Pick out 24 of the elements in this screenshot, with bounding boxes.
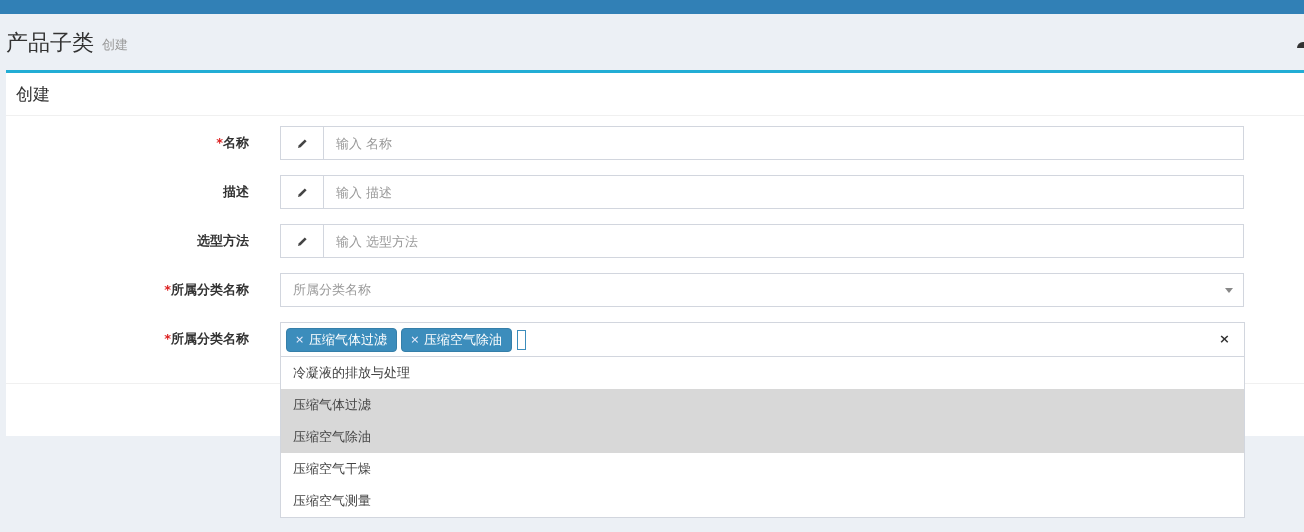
card-title: 创建 bbox=[16, 82, 50, 106]
clear-button[interactable]: × bbox=[1219, 331, 1230, 346]
pencil-icon bbox=[296, 137, 308, 149]
selected-tag[interactable]: × 压缩气体过滤 bbox=[286, 327, 398, 352]
pencil-icon bbox=[296, 186, 308, 198]
dropdown-option[interactable]: 压缩空气除油 bbox=[281, 421, 1244, 453]
field-label: 选型方法 bbox=[196, 232, 249, 250]
dropdown-option[interactable]: 压缩空气测量 bbox=[281, 485, 1244, 517]
input-field[interactable]: 输入 名称 bbox=[324, 126, 1244, 160]
search-input[interactable] bbox=[517, 329, 527, 350]
page-subtitle: 创建 bbox=[102, 36, 128, 54]
dropdown-option[interactable]: 压缩空气干燥 bbox=[281, 453, 1244, 485]
field-label: *所属分类名称 bbox=[163, 330, 249, 348]
selected-tag[interactable]: × 压缩空气除油 bbox=[401, 327, 513, 352]
field-label: 描述 bbox=[222, 183, 249, 201]
field-label: *所属分类名称 bbox=[163, 281, 249, 299]
page-title: 产品子类 bbox=[6, 29, 94, 57]
input-field[interactable]: 输入 选型方法 bbox=[324, 224, 1244, 258]
input-field[interactable]: 输入 描述 bbox=[324, 175, 1244, 209]
dropdown-option[interactable]: 压缩气体过滤 bbox=[281, 389, 1244, 421]
field-label: *名称 bbox=[215, 134, 249, 152]
pencil-icon bbox=[296, 235, 308, 247]
dropdown-option[interactable]: 冷凝液的排放与处理 bbox=[281, 357, 1244, 389]
caret-icon bbox=[1225, 287, 1233, 293]
